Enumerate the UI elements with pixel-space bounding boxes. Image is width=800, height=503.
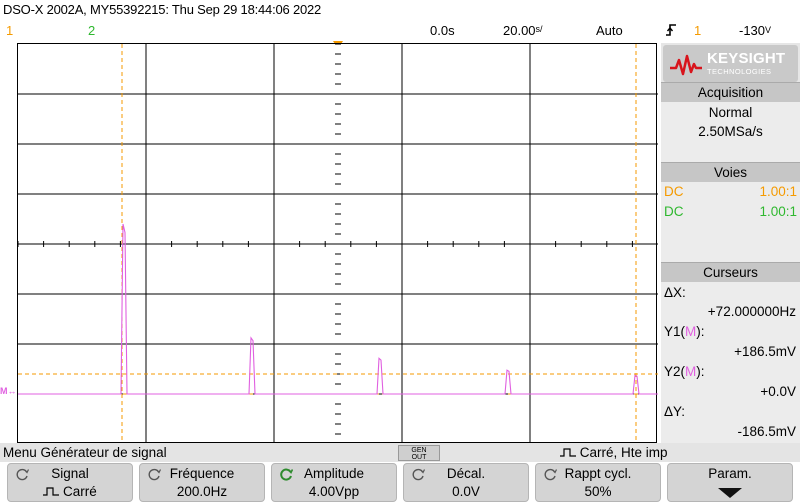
channel2-probe: 1.00:1 [759, 204, 797, 219]
delta-x-label: ΔX: [664, 285, 686, 300]
channels-header[interactable]: Voies [661, 162, 800, 182]
amplitude-label: Amplitude [303, 466, 365, 481]
waveform-description: Carré, Hte imp [560, 445, 668, 460]
time-scale-unit: s/ [535, 24, 543, 34]
keysight-logo-icon [670, 54, 702, 76]
channel1-coupling: DC [664, 184, 684, 199]
channel1-row: DC 1.00:1 [664, 184, 797, 202]
channel1-probe: 1.00:1 [759, 184, 797, 199]
offset-label: Décal. [446, 466, 486, 481]
time-scale-value: 20.00 [503, 23, 536, 38]
signal-label: Signal [51, 466, 89, 481]
brand-subtitle: TECHNOLOGIES [707, 67, 772, 76]
duty-cycle-value: 50% [584, 484, 612, 499]
channel2-coupling: DC [664, 204, 684, 219]
amplitude-value: 4.00Vpp [308, 484, 360, 499]
scope-display[interactable] [17, 43, 658, 445]
brand-logo: KEYSIGHT TECHNOLOGIES [663, 45, 798, 82]
math-fft-trace [18, 223, 658, 395]
window-title: DSO-X 2002A, MY55392215: Thu Sep 29 18:4… [3, 2, 322, 17]
trigger-level: -130V [739, 23, 771, 38]
menu-title: Menu Générateur de signal [3, 445, 167, 460]
params-label: Param. [708, 466, 752, 481]
gen-out-indicator: GEN OUT [398, 445, 440, 461]
delta-y-label: ΔY: [664, 404, 686, 419]
delta-y-value: -186.5mV [737, 424, 796, 439]
submenu-arrow-icon [718, 488, 742, 498]
trigger-source: 1 [694, 23, 702, 38]
params-softkey[interactable]: Param. [667, 463, 793, 502]
frequency-label: Fréquence [169, 466, 235, 481]
delta-x-value: +72.000000Hz [707, 304, 796, 319]
y1-label: Y1(M): [664, 324, 705, 339]
acquisition-mode: Normal [708, 105, 753, 120]
time-scale: 20.00s/ [503, 23, 543, 38]
amplitude-softkey[interactable]: Amplitude 4.00Vpp [271, 463, 397, 502]
channels-info: DC 1.00:1 DC 1.00:1 [661, 182, 800, 264]
sample-rate: 2.50MSa/s [698, 124, 763, 139]
y2-label: Y2(M): [664, 364, 705, 379]
waveform-area [17, 43, 658, 445]
duty-cycle-softkey[interactable]: Rappt cycl. 50% [535, 463, 661, 502]
brand-name: KEYSIGHT [707, 50, 786, 67]
info-panel: KEYSIGHT TECHNOLOGIES Acquisition Normal… [661, 43, 800, 443]
menu-title-bar: Menu Générateur de signal GEN OUT Carré, … [0, 443, 800, 462]
trigger-level-value: -130 [739, 23, 766, 38]
y1-value: +186.5mV [734, 344, 796, 359]
signal-softkey[interactable]: Signal Carré [7, 463, 133, 502]
rising-edge-icon [665, 23, 677, 40]
channel2-row: DC 1.00:1 [664, 204, 797, 222]
acquisition-header[interactable]: Acquisition [661, 82, 800, 102]
frequency-softkey[interactable]: Fréquence 200.0Hz [139, 463, 265, 502]
frequency-value: 200.0Hz [176, 484, 228, 499]
acquisition-info: Normal 2.50MSa/s [661, 102, 800, 162]
time-offset: 0.0s [430, 23, 455, 38]
duty-cycle-label: Rappt cycl. [564, 466, 632, 481]
trigger-level-unit: V [765, 25, 772, 35]
channel1-indicator[interactable]: 1 [6, 23, 13, 38]
channel2-indicator[interactable]: 2 [88, 23, 95, 38]
square-wave-icon [43, 487, 60, 496]
softkey-bar: Signal Carré Fréquence 200.0Hz Amplitude… [0, 462, 800, 503]
math-ground-marker: M↔ [0, 386, 17, 396]
trigger-mode: Auto [596, 23, 623, 38]
square-wave-icon [560, 448, 576, 457]
offset-softkey[interactable]: Décal. 0.0V [403, 463, 529, 502]
y2-value: +0.0V [760, 384, 796, 399]
cursors-info: ΔX: +72.000000Hz Y1(M): +186.5mV Y2(M): … [661, 282, 800, 443]
cursors-header[interactable]: Curseurs [661, 262, 800, 282]
signal-value: Carré [8, 484, 132, 499]
offset-value: 0.0V [452, 484, 480, 499]
